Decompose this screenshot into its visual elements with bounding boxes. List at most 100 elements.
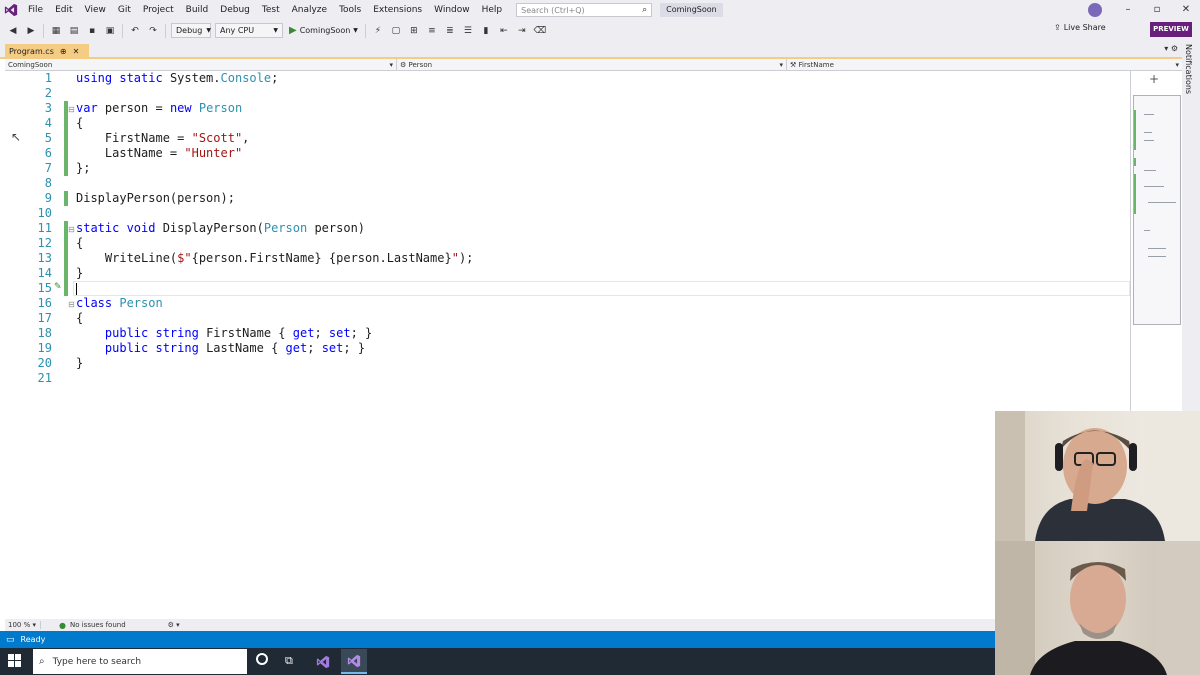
run-button[interactable]: ▶ ComingSoon ▼: [289, 25, 358, 36]
minimap-change-bar: [1134, 158, 1136, 166]
code-line[interactable]: 11 static void DisplayPerson(Person perso…: [5, 221, 1130, 236]
fold-icon[interactable]: ⊟: [68, 105, 75, 114]
menu-item-debug[interactable]: Debug: [214, 0, 256, 20]
layout-icon[interactable]: ⊞: [407, 24, 421, 38]
close-tab-icon[interactable]: ✕: [73, 47, 80, 56]
code-line[interactable]: 19 public string LastName { get; set; }: [5, 341, 1130, 356]
menu-item-edit[interactable]: Edit: [49, 0, 78, 20]
code-line[interactable]: 15: [5, 281, 1130, 296]
taskbar-search-input[interactable]: ⌕ Type here to search: [33, 649, 247, 674]
code-line[interactable]: 5 FirstName = "Scott",: [5, 131, 1130, 146]
prev-bookmark-icon[interactable]: ⇤: [497, 24, 511, 38]
member-dropdown[interactable]: ⚒ FirstName ▾: [787, 59, 1182, 71]
menu-item-git[interactable]: Git: [112, 0, 137, 20]
align-icon[interactable]: ≡: [425, 24, 439, 38]
screenshot-icon[interactable]: ▢: [389, 24, 403, 38]
code-line[interactable]: 16 class Person: [5, 296, 1130, 311]
maximize-button[interactable]: ▫: [1143, 0, 1171, 20]
code-token: WriteLine(: [76, 251, 178, 265]
menu-item-tools[interactable]: Tools: [333, 0, 367, 20]
code-line[interactable]: 20}: [5, 356, 1130, 371]
new-project-icon[interactable]: ▦: [49, 24, 63, 38]
live-share-button[interactable]: ⇪ Live Share: [1054, 23, 1106, 32]
undo-icon[interactable]: ↶: [128, 24, 142, 38]
back-icon[interactable]: ◀: [6, 24, 20, 38]
code-line[interactable]: 3 var person = new Person: [5, 101, 1130, 116]
code-line[interactable]: 8: [5, 176, 1130, 191]
forward-icon[interactable]: ▶: [24, 24, 38, 38]
code-line[interactable]: 14}: [5, 266, 1130, 281]
search-input[interactable]: Search (Ctrl+Q) ⌕: [516, 3, 653, 17]
platform-dropdown[interactable]: Any CPU ▼: [215, 23, 283, 38]
fold-icon[interactable]: ⊟: [68, 225, 75, 234]
code-cleanup-icon[interactable]: ⚙ ▾: [168, 621, 180, 629]
open-folder-icon[interactable]: ▤: [67, 24, 81, 38]
preview-badge[interactable]: PREVIEW: [1150, 22, 1192, 37]
taskbar-search-placeholder: Type here to search: [52, 656, 142, 667]
menu-item-build[interactable]: Build: [180, 0, 215, 20]
line-number: 15: [37, 281, 52, 295]
code-line[interactable]: 1 using static System.Console;: [5, 71, 1130, 86]
menu-item-file[interactable]: File: [22, 0, 49, 20]
code-line[interactable]: 10: [5, 206, 1130, 221]
code-line[interactable]: 6 LastName = "Hunter": [5, 146, 1130, 161]
menu-item-extensions[interactable]: Extensions: [367, 0, 428, 20]
code-line[interactable]: 9 DisplayPerson(person);: [5, 191, 1130, 206]
output-icon[interactable]: ▭: [6, 635, 15, 645]
code-token: FirstName {: [206, 326, 293, 340]
code-line[interactable]: 4{: [5, 116, 1130, 131]
account-icon[interactable]: [1088, 3, 1102, 17]
menu-item-analyze[interactable]: Analyze: [286, 0, 333, 20]
code-line[interactable]: 2: [5, 86, 1130, 101]
project-value: ComingSoon: [8, 61, 53, 69]
hot-reload-icon[interactable]: ⚡: [371, 24, 385, 38]
code-text: }: [76, 266, 83, 281]
pin-icon[interactable]: ⊕: [60, 47, 67, 56]
menu-item-help[interactable]: Help: [476, 0, 509, 20]
issues-label: No issues found: [69, 621, 126, 629]
fold-icon[interactable]: ⊟: [68, 300, 75, 309]
code-line[interactable]: 21: [5, 371, 1130, 386]
code-token: string: [155, 341, 207, 355]
menu-item-window[interactable]: Window: [428, 0, 476, 20]
menu-item-test[interactable]: Test: [256, 0, 286, 20]
issues-indicator[interactable]: ● No issues found: [59, 621, 126, 630]
zoom-dropdown[interactable]: 100 % ▾: [5, 621, 41, 629]
code-line[interactable]: 17 {: [5, 311, 1130, 326]
split-window-icon[interactable]: +: [1149, 72, 1159, 86]
visual-studio-logo-icon[interactable]: [0, 0, 22, 20]
visual-studio-preview-taskbar-icon[interactable]: [341, 649, 367, 674]
menu-item-view[interactable]: View: [79, 0, 112, 20]
redo-icon[interactable]: ↷: [146, 24, 160, 38]
code-line[interactable]: 12 {: [5, 236, 1130, 251]
code-token: Console: [220, 71, 272, 85]
save-all-icon[interactable]: ▣: [103, 24, 117, 38]
cortana-icon[interactable]: [256, 653, 268, 665]
chevron-down-icon: ▾: [389, 61, 393, 69]
minimap-viewport[interactable]: [1133, 95, 1181, 325]
code-line[interactable]: 18 public string FirstName { get; set; }: [5, 326, 1130, 341]
close-window-button[interactable]: ✕: [1172, 0, 1200, 20]
next-bookmark-icon[interactable]: ⇥: [515, 24, 529, 38]
minimize-button[interactable]: –: [1114, 0, 1142, 20]
bookmark-icon[interactable]: ▮: [479, 24, 493, 38]
save-icon[interactable]: ▪: [85, 24, 99, 38]
visual-studio-taskbar-icon[interactable]: [310, 649, 336, 674]
project-dropdown[interactable]: ComingSoon ▾: [5, 59, 397, 71]
clear-bookmarks-icon[interactable]: ⌫: [533, 24, 547, 38]
menu-item-project[interactable]: Project: [137, 0, 180, 20]
type-dropdown[interactable]: ⚙ Person ▾: [397, 59, 787, 71]
tab-program-cs[interactable]: Program.cs ⊕ ✕: [5, 44, 90, 59]
tab-overflow-icon[interactable]: ▾ ⚙: [1164, 44, 1178, 53]
config-dropdown[interactable]: Debug ▼: [171, 23, 211, 38]
uncomment-icon[interactable]: ☰: [461, 24, 475, 38]
comment-icon[interactable]: ≣: [443, 24, 457, 38]
windows-start-icon[interactable]: [8, 654, 22, 668]
minimap-line: [1144, 170, 1156, 171]
code-line[interactable]: 7};: [5, 161, 1130, 176]
task-view-icon[interactable]: ⧉: [285, 654, 293, 668]
code-editor[interactable]: 1 using static System.Console; 2 3 var perso…: [5, 71, 1130, 619]
edit-pencil-icon: ✎: [54, 282, 62, 292]
code-line[interactable]: 13 WriteLine($"{person.FirstName} {perso…: [5, 251, 1130, 266]
code-token: ; }: [343, 341, 366, 355]
